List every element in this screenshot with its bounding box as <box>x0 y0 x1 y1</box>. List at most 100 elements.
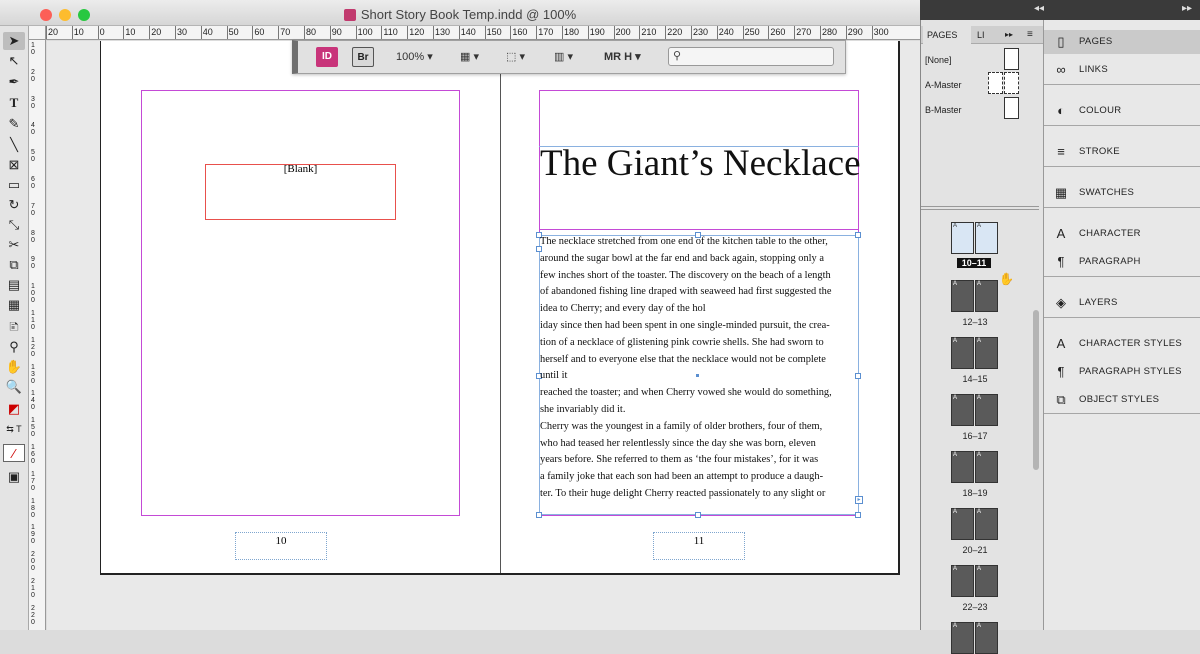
frame-handle-bottom-right[interactable] <box>855 512 861 518</box>
indesign-document-icon <box>343 9 356 21</box>
screen-mode-dropdown[interactable]: ⬚ ▾ <box>506 47 525 67</box>
tab-pages-label: PAGES <box>927 30 958 40</box>
ruler-origin[interactable] <box>29 26 46 40</box>
vertical-ruler[interactable]: 10 20 30 40 50 60 70 80 90 100 110 120 130 140 150 160 1… <box>29 40 46 630</box>
master-b[interactable]: B-Master <box>925 105 962 115</box>
spread-thumbnail-next[interactable]: AA <box>951 622 999 654</box>
workspace-switcher[interactable]: MR H ▾ <box>604 47 641 67</box>
right-folio[interactable]: 11 <box>653 532 745 560</box>
panel-button-stroke[interactable]: ≡ STROKE <box>1044 140 1200 164</box>
panel-button-paragraph[interactable]: ¶ PARAGRAPH <box>1044 250 1200 274</box>
page-thumb[interactable]: A <box>975 222 998 254</box>
spread-thumbnail-10-11[interactable]: A A <box>951 222 999 254</box>
fill-stroke-icon[interactable]: ◩ <box>3 400 25 418</box>
panel-button-label: COLOUR <box>1079 105 1122 116</box>
tab-links[interactable]: LI <box>973 26 985 44</box>
character-styles-icon: A <box>1056 336 1066 351</box>
pen-tool-icon[interactable]: ✒ <box>3 73 25 91</box>
paragraph-styles-icon: ¶ <box>1057 364 1065 379</box>
panel-button-character-styles[interactable]: A CHARACTER STYLES <box>1044 332 1200 356</box>
tab-pages[interactable]: PAGES <box>923 26 971 44</box>
left-folio[interactable]: 10 <box>235 532 327 560</box>
ruler-label: 170 <box>538 27 554 37</box>
text-line: iday since then had been spent in one si… <box>540 319 830 331</box>
panel-button-paragraph-styles[interactable]: ¶ PARAGRAPH STYLES <box>1044 360 1200 384</box>
scale-tool-icon[interactable]: ⤡ <box>3 216 25 234</box>
ruler-major-tick <box>768 26 770 39</box>
gradient-swatch-tool-icon[interactable]: ▤ <box>3 276 25 294</box>
frame-handle-bottom-middle[interactable] <box>695 512 701 518</box>
pencil-tool-icon[interactable]: ✎ <box>3 115 25 133</box>
pages-scrollbar[interactable] <box>1033 310 1039 470</box>
spread-thumbnail-20-21[interactable]: AA <box>951 508 999 540</box>
selection-tool-icon[interactable]: ➤ <box>3 32 25 50</box>
apply-none-icon[interactable]: ⁄ <box>3 444 25 462</box>
spread-label-18-19[interactable]: 18–19 <box>943 488 1007 498</box>
master-none[interactable]: [None] <box>925 55 952 65</box>
view-options-dropdown[interactable]: ▦ ▾ <box>460 47 479 67</box>
line-tool-icon[interactable]: ╲ <box>3 136 25 154</box>
horizontal-ruler[interactable]: 20 10 0 10 20 30 40 50 60 70 80 90 100 110 120 130 140 15… <box>46 26 920 40</box>
spread-thumbnail-16-17[interactable]: AA <box>951 394 999 426</box>
panel-button-swatches[interactable]: ▦ SWATCHES <box>1044 181 1200 205</box>
zoom-level-dropdown[interactable]: 100% ▾ <box>396 47 433 67</box>
ruler-major-tick <box>562 26 563 39</box>
indesign-app-badge[interactable]: ID <box>316 47 338 67</box>
note-tool-icon[interactable]: 🗈 <box>3 318 25 336</box>
screen-mode-icon[interactable]: ▣ <box>3 468 25 486</box>
spread-thumbnail-12-13[interactable]: AA <box>951 280 999 312</box>
rectangle-frame-tool-icon[interactable]: ⊠ <box>3 156 25 174</box>
spread-label-12-13[interactable]: 12–13 <box>943 317 1007 327</box>
type-tool-icon[interactable]: T <box>3 94 25 112</box>
spread-label-16-17[interactable]: 16–17 <box>943 431 1007 441</box>
collapsed-panels-dock: ▯ PAGES ∞ LINKS ◐ COLOUR ≡ STROKE ▦ SWATCHES A CHAR… <box>1043 20 1200 630</box>
collapse-panels-icon[interactable]: ◂◂ <box>1034 3 1044 14</box>
spread-thumbnail-18-19[interactable]: AA <box>951 451 999 483</box>
gradient-feather-tool-icon[interactable]: ▦ <box>3 296 25 314</box>
spread-thumbnail-14-15[interactable]: AA <box>951 337 999 369</box>
text-line: Cherry was the youngest in a family of o… <box>540 420 823 432</box>
zoom-tool-icon[interactable]: 🔍 <box>3 378 25 396</box>
panel-button-pages[interactable]: ▯ PAGES <box>1044 30 1200 54</box>
eyedropper-tool-icon[interactable]: ⚲ <box>3 338 25 356</box>
panel-button-links[interactable]: ∞ LINKS <box>1044 58 1200 82</box>
panel-scroll-tabs-icon[interactable]: ▸▸ <box>1005 26 1013 44</box>
master-none-thumbnail[interactable] <box>1004 48 1019 70</box>
master-a-left-thumbnail[interactable] <box>988 72 1003 94</box>
story-headline[interactable]: The Giant’s Necklace <box>540 142 861 185</box>
spread-thumbnail-22-23[interactable]: AA <box>951 565 999 597</box>
rectangle-tool-icon[interactable]: ▭ <box>3 176 25 194</box>
blank-placeholder-text: [Blank] <box>283 163 318 175</box>
window-title-bar[interactable]: Short Story Book Temp.indd @ 100% <box>0 0 920 26</box>
master-b-thumbnail[interactable] <box>1004 97 1019 119</box>
spread-label-20-21[interactable]: 20–21 <box>943 545 1007 555</box>
scissors-tool-icon[interactable]: ✂ <box>3 236 25 254</box>
frame-handle-bottom-left[interactable] <box>536 512 542 518</box>
spread-label-22-23[interactable]: 22–23 <box>943 602 1007 612</box>
panel-button-colour[interactable]: ◐ COLOUR <box>1044 99 1200 123</box>
panel-button-layers[interactable]: ◈ LAYERS <box>1044 291 1200 315</box>
free-transform-tool-icon[interactable]: ⧉ <box>3 256 25 274</box>
blank-placeholder-frame[interactable]: [Blank] <box>205 163 396 220</box>
direct-selection-tool-icon[interactable]: ↖ <box>3 52 25 70</box>
master-a[interactable]: A-Master <box>925 80 962 90</box>
bridge-badge[interactable]: Br <box>352 47 374 67</box>
panel-menu-icon[interactable]: ≡ <box>1027 26 1033 44</box>
rotate-tool-icon[interactable]: ↻ <box>3 196 25 214</box>
ruler-major-tick <box>278 26 280 39</box>
ruler-label: 20 <box>31 68 35 83</box>
search-input[interactable]: ⚲ <box>668 47 834 66</box>
masters-pages-divider[interactable] <box>921 206 1039 210</box>
ruler-major-tick <box>252 26 254 39</box>
expand-panels-icon[interactable]: ▸▸ <box>1182 3 1192 14</box>
hand-tool-icon[interactable]: ✋ <box>3 358 25 376</box>
panel-button-character[interactable]: A CHARACTER <box>1044 222 1200 246</box>
swap-fill-stroke-icon[interactable]: ⇆ T <box>3 420 25 438</box>
spread-label-10-11[interactable]: 10–11 <box>957 258 991 268</box>
arrange-documents-dropdown[interactable]: ▥ ▾ <box>554 47 573 67</box>
story-body-text[interactable]: The necklace stretched from one end of t… <box>540 234 862 503</box>
page-thumb[interactable]: A <box>951 222 974 254</box>
spread-label-14-15[interactable]: 14–15 <box>943 374 1007 384</box>
panel-button-object-styles[interactable]: ⧉ OBJECT STYLES <box>1044 388 1200 412</box>
master-a-right-thumbnail[interactable] <box>1004 72 1019 94</box>
